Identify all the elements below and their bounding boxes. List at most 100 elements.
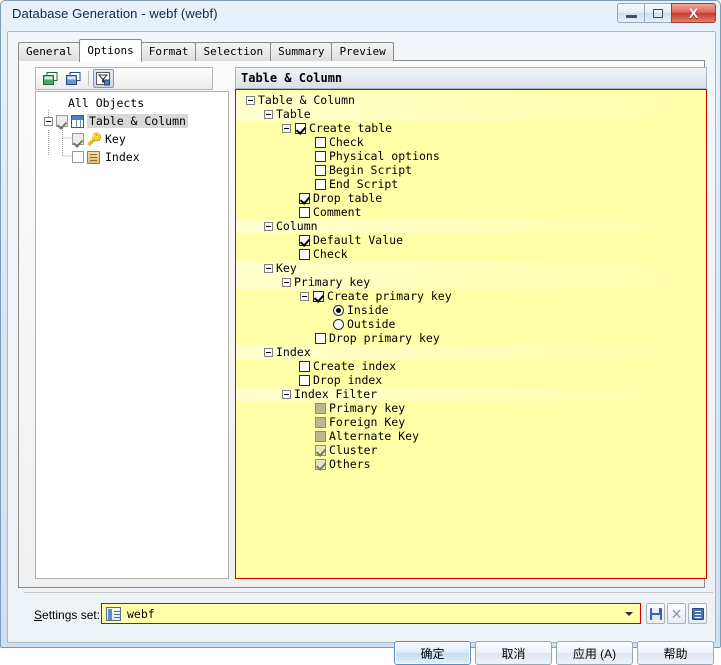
chevron-down-icon[interactable]	[625, 611, 633, 616]
settings-set-label-rest: ettings set:	[42, 608, 101, 622]
option-node-create-table[interactable]: Create table	[282, 121, 392, 135]
tree-checkbox[interactable]	[72, 133, 84, 145]
option-checkbox[interactable]	[315, 178, 326, 190]
option-radio[interactable]	[333, 318, 344, 330]
expander-icon[interactable]	[264, 221, 273, 231]
tree-item-table-and-column[interactable]: Table & Column	[44, 114, 188, 128]
expander-icon[interactable]	[264, 109, 273, 119]
maximize-button[interactable]	[644, 3, 672, 23]
save-settings-button[interactable]	[646, 603, 665, 624]
expander-icon[interactable]	[282, 389, 291, 399]
option-node-column-check[interactable]: Check	[299, 247, 348, 261]
option-node-table-and-column[interactable]: Table & Column	[246, 93, 355, 107]
option-node-filter-cluster: Cluster	[315, 443, 377, 457]
expander-icon[interactable]	[282, 123, 291, 133]
tab-summary[interactable]: Summary	[270, 42, 333, 61]
key-icon: 🔑	[87, 131, 102, 146]
tree-item-label: Index	[105, 150, 140, 164]
option-node-table[interactable]: Table	[264, 107, 311, 121]
option-checkbox[interactable]	[313, 290, 324, 302]
apply-button[interactable]: 应用 (A)	[556, 641, 633, 665]
option-node-filter-alternate-key: Alternate Key	[315, 429, 419, 443]
tree-item-label: Key	[105, 132, 126, 146]
help-button[interactable]: 帮助	[637, 641, 714, 665]
option-node-physical-options[interactable]: Physical options	[315, 149, 440, 163]
option-checkbox[interactable]	[299, 248, 310, 260]
group-stripe	[236, 261, 706, 275]
option-checkbox[interactable]	[315, 150, 326, 162]
tab-preview[interactable]: Preview	[331, 42, 394, 61]
option-checkbox[interactable]	[299, 234, 310, 246]
tree-checkbox[interactable]	[56, 115, 68, 127]
filter-selection-button[interactable]	[93, 69, 114, 88]
expander-icon[interactable]	[264, 263, 273, 273]
expand-all-button[interactable]	[40, 69, 61, 88]
option-node-end-script[interactable]: End Script	[315, 177, 398, 191]
option-checkbox[interactable]	[299, 374, 310, 386]
option-node-create-index[interactable]: Create index	[299, 359, 396, 373]
option-checkbox[interactable]	[299, 360, 310, 372]
option-radio[interactable]	[333, 304, 344, 316]
option-node-drop-index[interactable]: Drop index	[299, 373, 382, 387]
object-tree[interactable]: All Objects Table & Column 🔑 Key Index	[35, 91, 229, 579]
option-node-default-value[interactable]: Default Value	[299, 233, 403, 247]
tree-item-index[interactable]: Index	[72, 150, 142, 164]
dialog-window: Database Generation - webf (webf) X Gene…	[0, 0, 721, 665]
option-checkbox[interactable]	[299, 206, 310, 218]
tree-item-key[interactable]: 🔑 Key	[72, 132, 128, 146]
option-node-drop-primary-key[interactable]: Drop primary key	[315, 331, 440, 345]
option-checkbox[interactable]	[315, 164, 326, 176]
tab-format[interactable]: Format	[140, 42, 197, 61]
option-node-primary-key[interactable]: Primary key	[282, 275, 370, 289]
option-node-index[interactable]: Index	[264, 345, 311, 359]
option-checkbox	[315, 416, 326, 428]
option-label: Inside	[347, 303, 389, 317]
minimize-button[interactable]	[617, 3, 645, 23]
tab-selection[interactable]: Selection	[195, 42, 272, 61]
settings-set-combo[interactable]: webf	[101, 603, 641, 624]
option-node-check[interactable]: Check	[315, 135, 364, 149]
option-node-index-filter[interactable]: Index Filter	[282, 387, 377, 401]
close-icon: X	[688, 5, 699, 21]
option-label: Key	[276, 261, 297, 275]
expander-icon[interactable]	[282, 277, 291, 287]
object-tree-toolbar	[35, 67, 213, 90]
option-checkbox[interactable]	[299, 192, 310, 204]
tab-options[interactable]: Options	[79, 39, 142, 62]
tab-general[interactable]: General	[18, 42, 81, 61]
collapse-all-button[interactable]	[63, 69, 84, 88]
close-button[interactable]: X	[671, 3, 716, 23]
option-label: Table & Column	[258, 93, 355, 107]
settings-properties-button[interactable]	[688, 603, 707, 624]
maximize-icon	[653, 8, 663, 18]
expander-icon[interactable]	[264, 347, 273, 357]
option-checkbox[interactable]	[295, 122, 306, 134]
options-tree[interactable]: Table & Column Table Create table Check	[235, 89, 707, 579]
table-icon	[71, 114, 84, 128]
save-icon	[649, 607, 662, 620]
close-icon: ✕	[670, 605, 683, 622]
option-label: Check	[313, 247, 348, 261]
option-node-filter-foreign-key: Foreign Key	[315, 415, 405, 429]
option-node-drop-table[interactable]: Drop table	[299, 191, 382, 205]
ok-button[interactable]: 确定	[394, 641, 471, 665]
tab-strip: General Options Format Selection Summary…	[18, 39, 394, 62]
option-node-outside[interactable]: Outside	[333, 317, 395, 331]
option-node-comment[interactable]: Comment	[299, 205, 361, 219]
option-label: Primary key	[294, 275, 371, 289]
option-checkbox[interactable]	[315, 136, 326, 148]
option-node-column[interactable]: Column	[264, 219, 318, 233]
tree-expander-icon[interactable]	[44, 116, 53, 126]
cancel-button[interactable]: 取消	[475, 641, 552, 665]
option-label: Foreign Key	[329, 415, 406, 429]
expander-icon[interactable]	[300, 291, 309, 301]
expander-icon[interactable]	[246, 95, 255, 105]
option-node-inside[interactable]: Inside	[333, 303, 389, 317]
option-checkbox[interactable]	[315, 332, 326, 344]
option-node-key[interactable]: Key	[264, 261, 297, 275]
option-label: Create table	[309, 121, 393, 135]
tree-checkbox[interactable]	[72, 151, 84, 163]
delete-settings-button[interactable]: ✕	[667, 603, 686, 624]
option-node-begin-script[interactable]: Begin Script	[315, 163, 412, 177]
option-node-create-primary-key[interactable]: Create primary key	[300, 289, 452, 303]
